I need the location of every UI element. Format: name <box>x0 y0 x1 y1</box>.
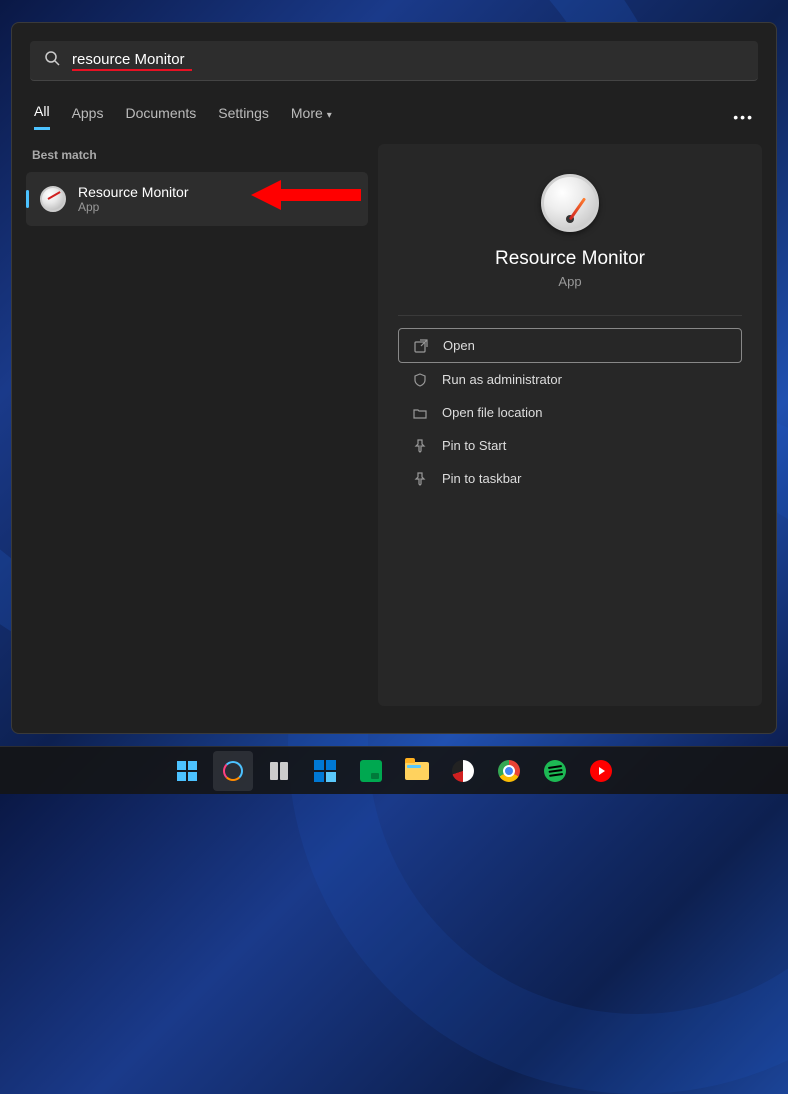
app-icon <box>452 760 474 782</box>
taskview-icon <box>270 762 288 780</box>
action-pin-taskbar[interactable]: Pin to taskbar <box>398 462 742 495</box>
results-list: Best match Resource Monitor App <box>26 144 368 706</box>
folder-icon <box>405 762 429 780</box>
search-box-container <box>12 23 776 81</box>
taskbar-chat-button[interactable] <box>351 751 391 791</box>
action-pin-taskbar-label: Pin to taskbar <box>442 471 522 486</box>
chrome-icon <box>498 760 520 782</box>
search-icon <box>44 50 60 71</box>
taskbar-widgets-button[interactable] <box>305 751 345 791</box>
taskbar-chrome-button[interactable] <box>489 751 529 791</box>
action-open-location[interactable]: Open file location <box>398 396 742 429</box>
tab-more[interactable]: More ▾ <box>291 105 332 129</box>
tab-documents[interactable]: Documents <box>125 105 196 129</box>
taskbar-search-button[interactable] <box>213 751 253 791</box>
taskbar-spotify-button[interactable] <box>535 751 575 791</box>
widgets-icon <box>314 760 336 782</box>
action-pin-start-label: Pin to Start <box>442 438 506 453</box>
annotation-arrow <box>251 170 361 220</box>
search-icon <box>223 761 243 781</box>
folder-icon <box>412 406 428 420</box>
resource-monitor-icon <box>40 186 66 212</box>
taskbar-explorer-button[interactable] <box>397 751 437 791</box>
shield-icon <box>412 373 428 387</box>
youtube-music-icon <box>590 760 612 782</box>
pin-icon <box>412 439 428 453</box>
filter-tabs-row: All Apps Documents Settings More ▾ ••• <box>12 81 776 144</box>
chat-icon <box>360 760 382 782</box>
open-icon <box>413 339 429 353</box>
windows-logo-icon <box>177 761 197 781</box>
tab-more-label: More <box>291 105 323 121</box>
filter-tabs: All Apps Documents Settings More ▾ <box>34 103 332 130</box>
result-subtitle: App <box>78 200 189 214</box>
tab-apps[interactable]: Apps <box>72 105 104 129</box>
preview-panel: Resource Monitor App Open Run as adminis… <box>378 144 762 706</box>
taskbar-start-button[interactable] <box>167 751 207 791</box>
best-match-label: Best match <box>26 144 368 172</box>
more-options-button[interactable]: ••• <box>733 109 754 125</box>
action-run-admin-label: Run as administrator <box>442 372 562 387</box>
tab-all[interactable]: All <box>34 103 50 130</box>
action-pin-start[interactable]: Pin to Start <box>398 429 742 462</box>
search-box[interactable] <box>30 41 758 81</box>
results-content: Best match Resource Monitor App Resource… <box>12 144 776 720</box>
preview-actions: Open Run as administrator Open file loca… <box>398 328 742 495</box>
action-open-label: Open <box>443 338 475 353</box>
result-item-resource-monitor[interactable]: Resource Monitor App <box>26 172 368 226</box>
search-input[interactable] <box>72 51 192 71</box>
start-search-panel: All Apps Documents Settings More ▾ ••• Be… <box>11 22 777 734</box>
divider <box>398 315 742 316</box>
taskbar-app-button[interactable] <box>443 751 483 791</box>
result-text: Resource Monitor App <box>78 184 189 214</box>
tab-settings[interactable]: Settings <box>218 105 269 129</box>
action-open-location-label: Open file location <box>442 405 542 420</box>
preview-subtitle: App <box>558 274 581 289</box>
taskbar-youtube-music-button[interactable] <box>581 751 621 791</box>
pin-icon <box>412 472 428 486</box>
taskbar <box>0 746 788 794</box>
resource-monitor-icon-large <box>541 174 599 232</box>
result-title: Resource Monitor <box>78 184 189 200</box>
chevron-down-icon: ▾ <box>327 110 332 121</box>
action-open[interactable]: Open <box>398 328 742 363</box>
taskbar-taskview-button[interactable] <box>259 751 299 791</box>
spotify-icon <box>544 760 566 782</box>
action-run-admin[interactable]: Run as administrator <box>398 363 742 396</box>
preview-title: Resource Monitor <box>495 248 645 270</box>
